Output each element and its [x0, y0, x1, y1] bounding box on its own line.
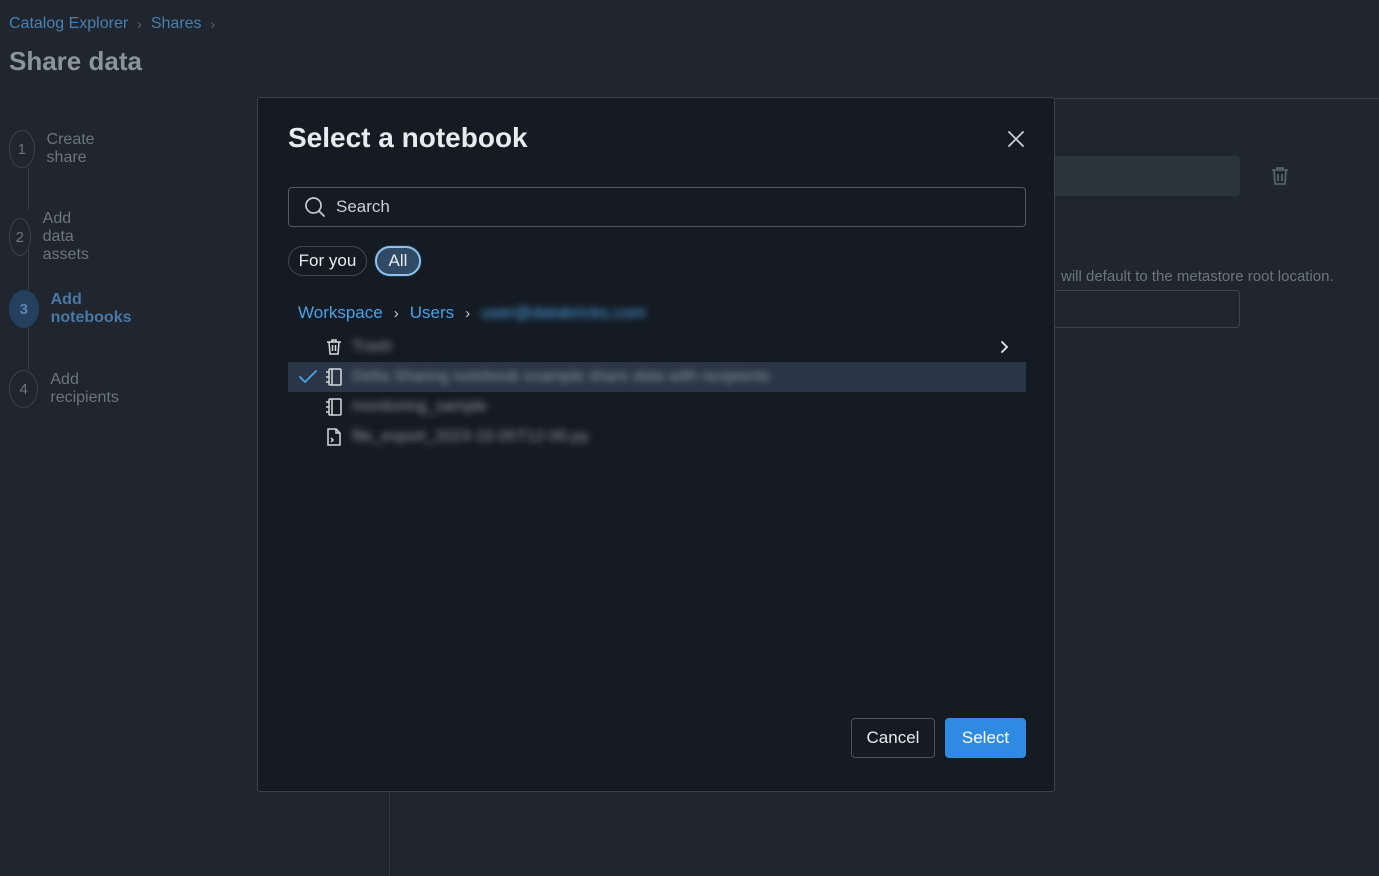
item-name: Trash — [352, 338, 393, 355]
search-field — [288, 187, 1026, 227]
chevron-right-icon: › — [137, 16, 142, 32]
path-workspace[interactable]: Workspace — [298, 303, 383, 323]
step-number: 1 — [9, 130, 35, 168]
search-icon — [304, 196, 326, 218]
search-input[interactable] — [334, 196, 988, 218]
item-name: Delta Sharing notebook example share dat… — [352, 368, 771, 385]
close-icon[interactable] — [1004, 127, 1028, 151]
step-connector — [28, 248, 29, 290]
step-label: Add recipients — [50, 371, 119, 406]
list-item-selected[interactable]: Delta Sharing notebook example share dat… — [288, 362, 1026, 392]
step-connector — [28, 328, 29, 370]
filter-for-you[interactable]: For you — [288, 246, 367, 276]
breadcrumb-shares[interactable]: Shares — [151, 15, 202, 33]
trash-icon[interactable] — [1268, 164, 1292, 188]
page-title: Share data — [9, 46, 142, 76]
folder-breadcrumb: Workspace › Users › user@databricks.com — [298, 303, 646, 323]
breadcrumb: Catalog Explorer › Shares › — [9, 15, 215, 33]
step-number: 4 — [9, 370, 39, 408]
step-label: Add notebooks — [50, 291, 132, 326]
step-create-share[interactable]: 1 Create share — [9, 130, 107, 168]
header-divider — [1055, 98, 1379, 99]
select-button[interactable]: Select — [945, 718, 1026, 758]
step-add-data-assets[interactable]: 2 Add data assets — [9, 210, 105, 264]
file-list: Trash Delta Sharing notebook example sha… — [288, 332, 1026, 452]
chevron-right-icon[interactable] — [996, 339, 1012, 355]
chevron-right-icon: › — [465, 304, 471, 322]
trash-icon — [324, 337, 344, 357]
chevron-right-icon: › — [210, 16, 216, 32]
list-item[interactable]: file_export_2023-10-05T12-00.py — [288, 422, 1026, 452]
step-number: 3 — [9, 290, 39, 328]
content-divider — [389, 790, 390, 876]
checkmark-icon — [298, 367, 318, 387]
notebook-icon — [324, 367, 344, 387]
step-label: Add data assets — [42, 210, 89, 263]
list-item[interactable]: monitoring_sample — [288, 392, 1026, 422]
storage-location-input[interactable] — [1055, 290, 1240, 328]
step-add-notebooks[interactable]: 3 Add notebooks — [9, 290, 140, 328]
cancel-button[interactable]: Cancel — [851, 718, 935, 758]
share-data-page: Catalog Explorer › Shares › Share data 1… — [0, 0, 1379, 876]
chevron-right-icon: › — [393, 304, 399, 322]
item-name: file_export_2023-10-05T12-00.py — [352, 428, 589, 445]
dialog-title: Select a notebook — [288, 122, 528, 153]
breadcrumb-catalog-explorer[interactable]: Catalog Explorer — [9, 15, 128, 33]
filter-all[interactable]: All — [375, 246, 421, 276]
step-label: Create share — [46, 131, 95, 166]
step-add-recipients[interactable]: 4 Add recipients — [9, 370, 127, 408]
notebook-icon — [324, 397, 344, 417]
item-name: monitoring_sample — [352, 398, 488, 415]
path-users[interactable]: Users — [410, 303, 454, 323]
select-notebook-dialog: Select a notebook For you All Workspace … — [257, 97, 1055, 792]
step-connector — [28, 168, 29, 210]
list-item[interactable]: Trash — [288, 332, 1026, 362]
file-code-icon — [324, 427, 344, 447]
path-user-folder[interactable]: user@databricks.com — [481, 303, 646, 323]
background-input[interactable] — [1055, 156, 1240, 196]
storage-location-hint: will default to the metastore root locat… — [1061, 268, 1334, 285]
